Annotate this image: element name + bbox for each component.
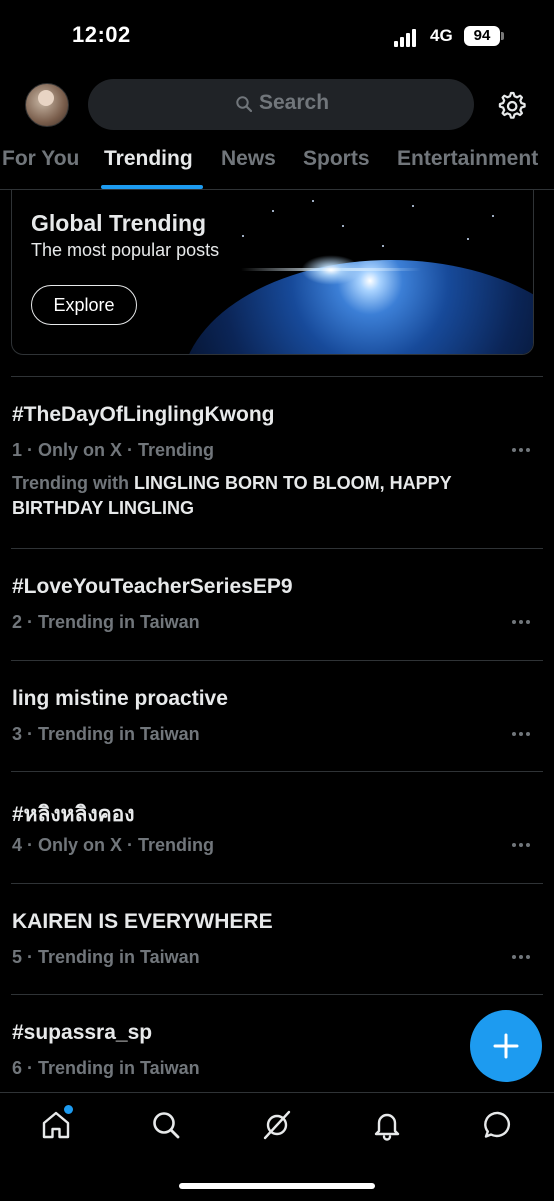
more-options-icon[interactable] <box>512 620 532 624</box>
grok-icon[interactable] <box>261 1109 293 1141</box>
trend-meta: 5 · Trending in Taiwan <box>12 947 200 967</box>
more-options-icon[interactable] <box>512 955 532 959</box>
tab-entertainment[interactable]: Entertainment <box>397 147 538 171</box>
divider <box>11 376 543 377</box>
signal-icon <box>394 29 420 47</box>
search-icon <box>236 96 252 112</box>
compose-button[interactable] <box>470 1010 542 1082</box>
battery-level: 94 <box>464 26 500 46</box>
trend-meta: 6 · Trending in Taiwan <box>12 1058 200 1078</box>
notification-dot <box>62 1103 75 1116</box>
tab-for-you[interactable]: For You <box>2 147 79 171</box>
trend-meta: 2 · Trending in Taiwan <box>12 612 200 632</box>
trend-related-prefix: Trending with <box>12 473 134 493</box>
card-subtitle: The most popular posts <box>31 240 220 260</box>
tab-trending[interactable]: Trending <box>104 147 193 171</box>
sun-glow <box>301 255 361 285</box>
bell-icon[interactable] <box>371 1109 403 1141</box>
trend-related: Trending with LINGLING BORN TO BLOOM, HA… <box>12 471 502 521</box>
network-type: 4G <box>430 26 453 45</box>
tab-news[interactable]: News <box>221 147 276 171</box>
more-options-icon[interactable] <box>512 448 532 452</box>
home-indicator <box>179 1183 375 1189</box>
trend-title[interactable]: ling mistine proactive <box>12 687 228 711</box>
divider <box>11 994 543 995</box>
gear-icon[interactable] <box>496 90 526 120</box>
trend-meta: 3 · Trending in Taiwan <box>12 724 200 744</box>
search-placeholder: Search <box>259 91 330 114</box>
divider <box>11 660 543 661</box>
more-options-icon[interactable] <box>512 732 532 736</box>
more-options-icon[interactable] <box>512 843 532 847</box>
avatar[interactable] <box>25 83 69 127</box>
trend-title[interactable]: #TheDayOfLinglingKwong <box>12 403 275 427</box>
divider <box>11 548 543 549</box>
plus-icon <box>493 1033 519 1059</box>
explore-button[interactable]: Explore <box>31 285 137 325</box>
trend-title[interactable]: KAIREN IS EVERYWHERE <box>12 910 273 934</box>
divider <box>11 883 543 884</box>
tab-sports[interactable]: Sports <box>303 147 370 171</box>
trend-meta: 1 · Only on X · Trending <box>12 440 215 460</box>
battery-tip <box>501 32 504 40</box>
status-time: 12:02 <box>72 22 131 47</box>
search-icon[interactable] <box>150 1109 182 1141</box>
divider <box>11 771 543 772</box>
trend-title[interactable]: #supassra_sp <box>12 1021 152 1045</box>
trend-title[interactable]: #หลิงหลิงคอง <box>12 798 135 831</box>
trend-title[interactable]: #LoveYouTeacherSeriesEP9 <box>12 575 293 599</box>
card-title: Global Trending <box>31 210 207 236</box>
trend-meta: 4 · Only on X · Trending <box>12 835 215 855</box>
messages-icon[interactable] <box>482 1109 514 1141</box>
